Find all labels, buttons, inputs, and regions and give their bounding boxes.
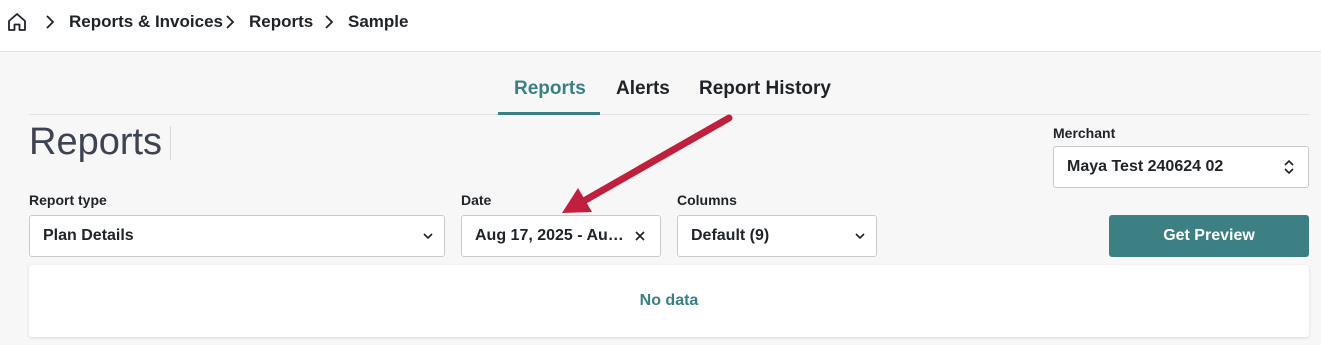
chevron-down-icon	[855, 233, 865, 240]
sort-updown-icon	[1284, 159, 1294, 175]
tab-reports[interactable]: Reports	[514, 78, 586, 100]
title-divider	[170, 126, 171, 160]
home-icon[interactable]	[6, 11, 28, 33]
date-range-input[interactable]: Aug 17, 2025 - Aug 17, 2025	[461, 215, 661, 257]
breadcrumb-reports[interactable]: Reports	[249, 0, 313, 44]
results-panel: No data	[29, 265, 1309, 337]
empty-state-text: No data	[639, 292, 699, 309]
columns-value: Default (9)	[691, 227, 770, 244]
chevron-right-icon	[46, 15, 55, 29]
date-value: Aug 17, 2025 - Aug 17, 2025	[475, 227, 628, 244]
tab-report-history[interactable]: Report History	[699, 78, 831, 100]
merchant-value: Maya Test 240624 02	[1067, 158, 1224, 175]
breadcrumb-reports-invoices[interactable]: Reports & Invoices	[69, 0, 223, 44]
date-label: Date	[461, 192, 492, 208]
chevron-down-icon	[423, 233, 433, 240]
report-type-select[interactable]: Plan Details	[29, 215, 445, 257]
close-icon[interactable]	[634, 229, 646, 243]
report-type-label: Report type	[29, 192, 107, 208]
tab-alerts[interactable]: Alerts	[616, 78, 670, 100]
breadcrumb-sample: Sample	[348, 12, 409, 31]
chevron-right-icon	[325, 15, 334, 29]
get-preview-button[interactable]: Get Preview	[1109, 215, 1309, 257]
page-title: Reports	[29, 121, 163, 163]
merchant-select[interactable]: Maya Test 240624 02	[1053, 146, 1309, 188]
columns-label: Columns	[677, 192, 737, 208]
chevron-right-icon	[226, 15, 235, 29]
report-type-value: Plan Details	[43, 227, 134, 244]
merchant-label: Merchant	[1053, 125, 1116, 141]
tabs-divider	[29, 114, 1309, 115]
breadcrumb-bar: Reports & Invoices Reports Sample	[0, 0, 1321, 52]
active-tab-indicator	[498, 112, 600, 115]
columns-select[interactable]: Default (9)	[677, 215, 877, 257]
